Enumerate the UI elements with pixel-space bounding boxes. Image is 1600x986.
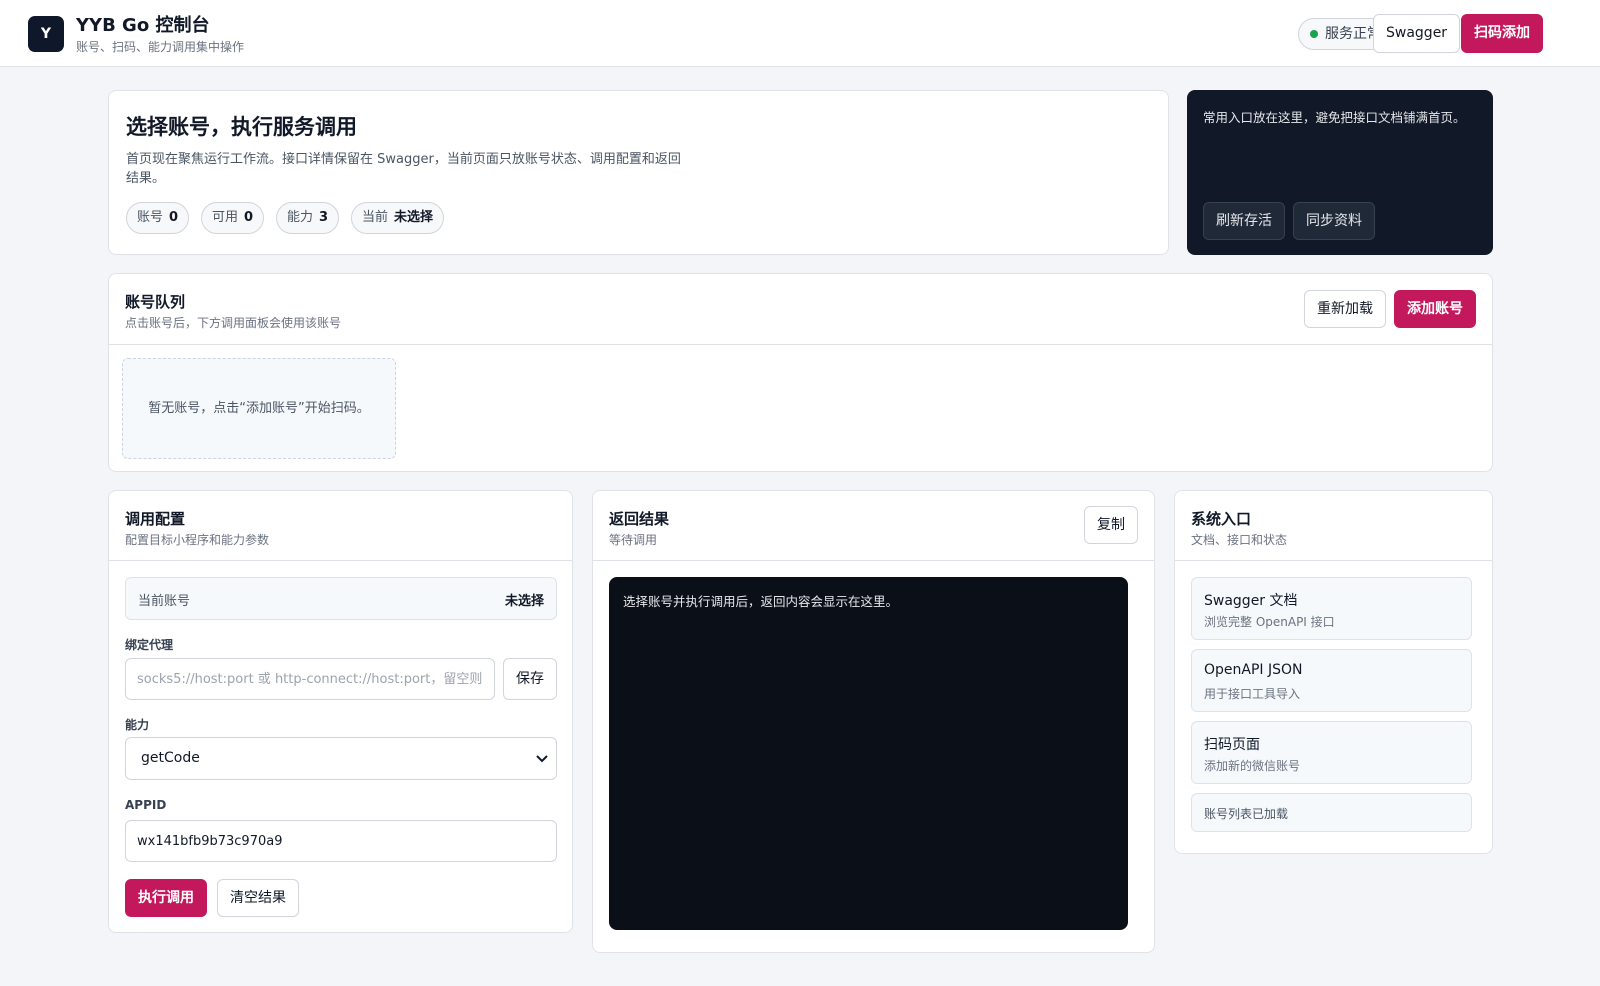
system-entry-subtitle: 文档、接口和状态 (1191, 533, 1288, 547)
system-entry-title: 系统入口 (1191, 510, 1252, 528)
scan-page-link[interactable]: 扫码页面 添加新的微信账号 (1191, 721, 1472, 784)
link-description: 浏览完整 OpenAPI 接口 (1204, 615, 1335, 629)
stat-label: 可用 (212, 210, 239, 225)
stat-value: 0 (169, 210, 179, 225)
call-config-card: 调用配置 配置目标小程序和能力参数 当前账号 未选择 绑定代理 保存 能力 ge… (108, 490, 573, 933)
appid-label: APPID (125, 798, 167, 812)
quick-actions-panel: 常用入口放在这里，避免把接口文档铺满首页。 刷新存活 同步资料 (1187, 90, 1493, 255)
current-account-label: 当前账号 (138, 594, 191, 609)
scan-add-button[interactable]: 扫码添加 (1461, 14, 1543, 53)
status-log-text: 账号列表已加载 (1204, 807, 1289, 821)
account-queue-card: 账号队列 点击账号后，下方调用面板会使用该账号 重新加载 添加账号 暂无账号，点… (108, 273, 1493, 472)
result-placeholder-text: 选择账号并执行调用后，返回内容会显示在这里。 (623, 594, 899, 609)
capability-select[interactable]: getCode (125, 737, 557, 780)
divider (1175, 560, 1492, 561)
status-dot-icon (1310, 30, 1318, 38)
call-config-title: 调用配置 (125, 510, 186, 528)
stat-label: 能力 (287, 210, 314, 225)
appid-input[interactable] (125, 820, 557, 862)
divider (593, 560, 1154, 561)
hero-title: 选择账号，执行服务调用 (126, 115, 357, 139)
current-account-value: 未选择 (504, 594, 544, 609)
account-queue-title: 账号队列 (125, 293, 186, 311)
empty-accounts-text: 暂无账号，点击“添加账号”开始扫码。 (148, 400, 370, 416)
proxy-input[interactable] (125, 658, 495, 700)
capability-selected-value: getCode (141, 750, 200, 766)
result-card: 返回结果 等待调用 复制 选择账号并执行调用后，返回内容会显示在这里。 (592, 490, 1155, 953)
result-subtitle: 等待调用 (609, 533, 658, 547)
stat-label: 当前 (362, 210, 389, 225)
stat-label: 账号 (137, 210, 164, 225)
stat-value: 0 (244, 210, 254, 225)
app-subtitle: 账号、扫码、能力调用集中操作 (76, 40, 245, 54)
link-title: Swagger 文档 (1204, 593, 1298, 609)
proxy-label: 绑定代理 (125, 638, 174, 652)
stat-current: 当前 未选择 (351, 202, 445, 234)
app-title: YYB Go 控制台 (76, 15, 210, 36)
status-log: 账号列表已加载 (1191, 793, 1472, 832)
copy-button[interactable]: 复制 (1084, 506, 1138, 544)
stat-value: 未选择 (394, 210, 434, 225)
swagger-button[interactable]: Swagger (1373, 14, 1461, 53)
result-title: 返回结果 (609, 510, 670, 528)
hero-card: 选择账号，执行服务调用 首页现在聚焦运行工作流。接口详情保留在 Swagger，… (108, 90, 1169, 255)
result-output: 选择账号并执行调用后，返回内容会显示在这里。 (609, 577, 1128, 930)
top-bar: Y YYB Go 控制台 账号、扫码、能力调用集中操作 服务正常 Swagger… (0, 0, 1600, 67)
link-description: 用于接口工具导入 (1204, 687, 1301, 701)
reload-accounts-button[interactable]: 重新加载 (1304, 290, 1386, 328)
openapi-json-link[interactable]: OpenAPI JSON 用于接口工具导入 (1191, 649, 1472, 712)
current-account-display: 当前账号 未选择 (125, 577, 557, 620)
save-proxy-button[interactable]: 保存 (503, 658, 557, 700)
stat-available: 可用 0 (201, 202, 265, 234)
account-queue-subtitle: 点击账号后，下方调用面板会使用该账号 (125, 316, 342, 330)
swagger-docs-link[interactable]: Swagger 文档 浏览完整 OpenAPI 接口 (1191, 577, 1472, 640)
divider (109, 344, 1492, 345)
divider (109, 560, 572, 561)
stat-capabilities: 能力 3 (276, 202, 340, 234)
execute-call-button[interactable]: 执行调用 (125, 879, 207, 917)
stat-value: 3 (319, 210, 329, 225)
logo-letter: Y (40, 26, 52, 42)
link-title: 扫码页面 (1204, 737, 1260, 753)
app-logo: Y (28, 16, 64, 52)
chevron-down-icon (534, 751, 550, 767)
add-account-button[interactable]: 添加账号 (1394, 290, 1476, 328)
capability-label: 能力 (125, 718, 150, 732)
link-description: 添加新的微信账号 (1204, 759, 1301, 773)
link-title: OpenAPI JSON (1204, 662, 1303, 678)
quick-actions-text: 常用入口放在这里，避免把接口文档铺满首页。 (1203, 110, 1466, 125)
call-config-subtitle: 配置目标小程序和能力参数 (125, 533, 270, 547)
stat-accounts: 账号 0 (126, 202, 190, 234)
clear-result-button[interactable]: 清空结果 (217, 879, 299, 917)
sync-profile-button[interactable]: 同步资料 (1293, 202, 1375, 240)
system-entry-card: 系统入口 文档、接口和状态 Swagger 文档 浏览完整 OpenAPI 接口… (1174, 490, 1493, 854)
hero-description: 首页现在聚焦运行工作流。接口详情保留在 Swagger，当前页面只放账号状态、调… (126, 152, 681, 186)
empty-accounts-message: 暂无账号，点击“添加账号”开始扫码。 (122, 358, 396, 459)
refresh-alive-button[interactable]: 刷新存活 (1203, 202, 1285, 240)
